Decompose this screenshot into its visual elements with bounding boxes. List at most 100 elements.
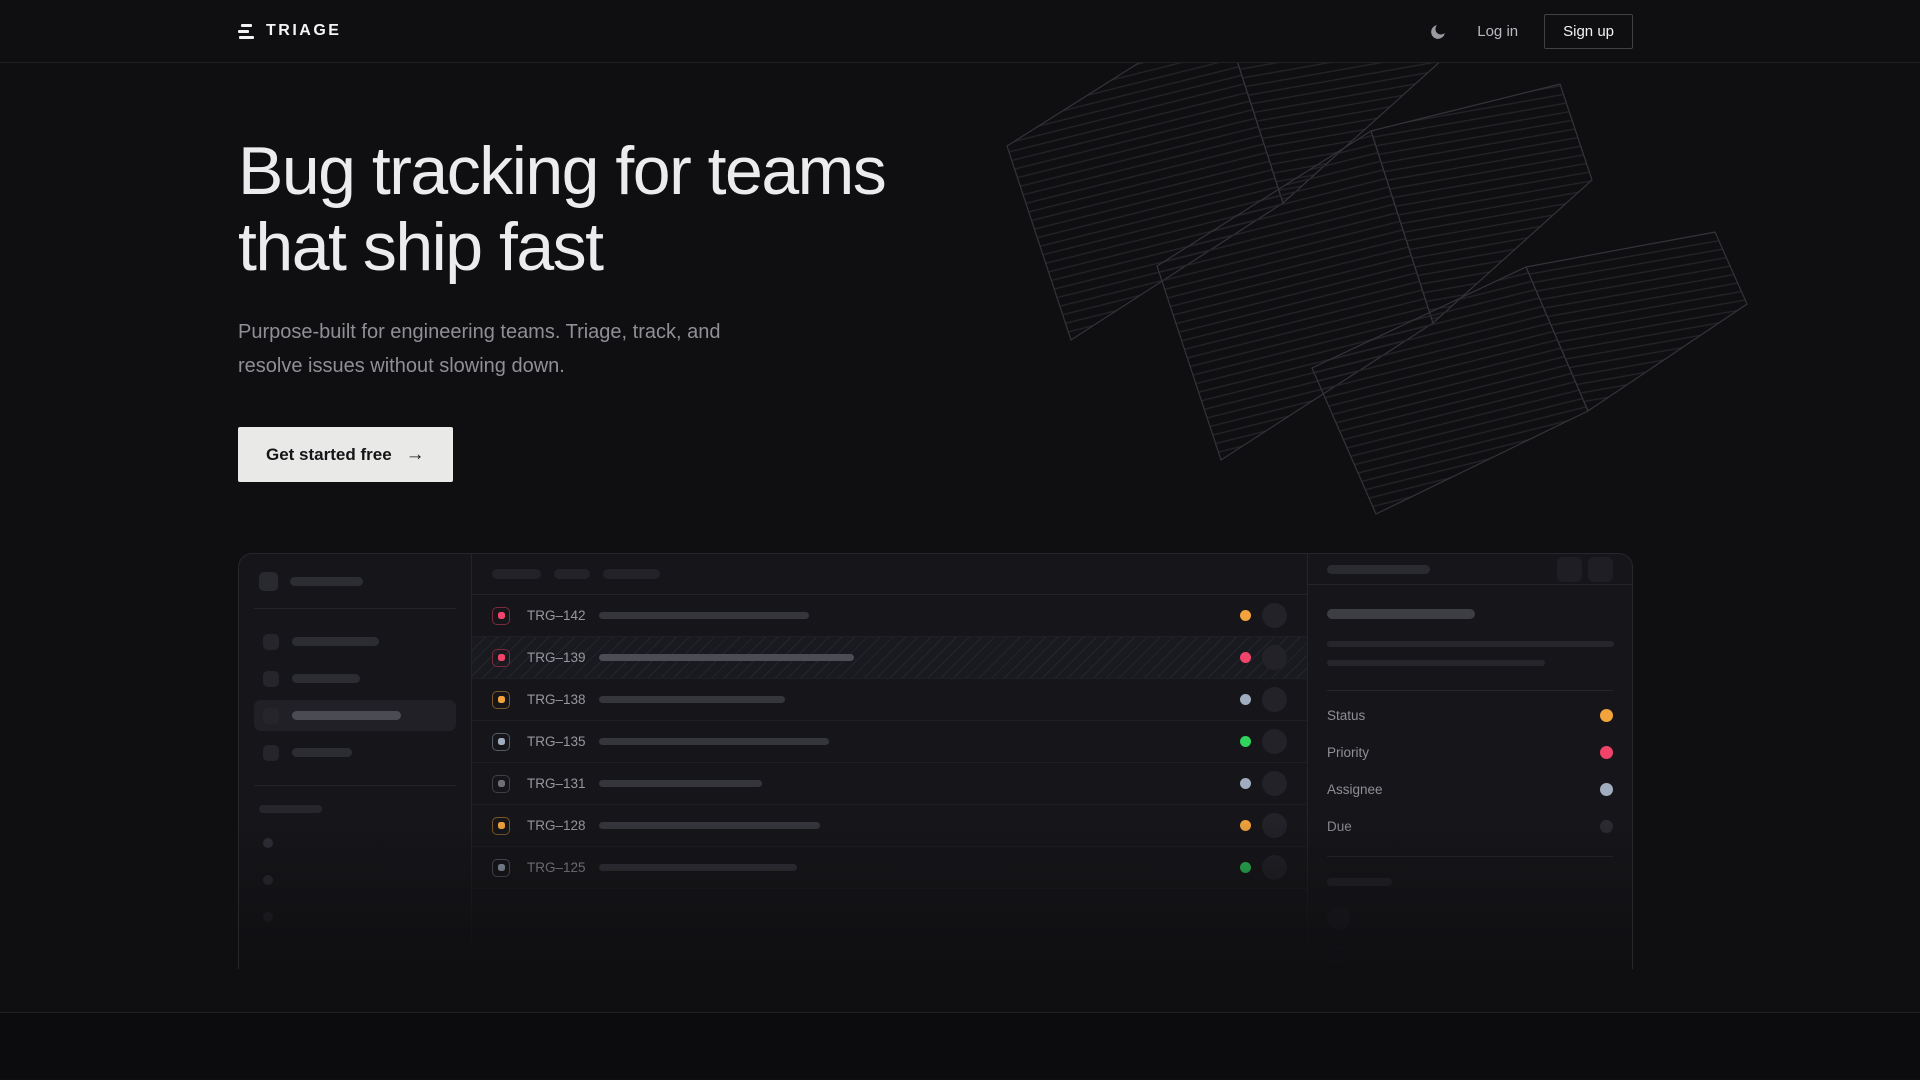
sidebar-item-icon (263, 708, 279, 724)
brand-name: TRIAGE (266, 22, 341, 40)
sidebar-item-label-placeholder (292, 637, 379, 646)
footer (0, 1013, 1920, 1079)
issue-status-dot (1240, 694, 1251, 705)
comment-avatar (1327, 907, 1350, 930)
sidebar-section-label-placeholder (259, 805, 322, 813)
issue-type-icon (492, 817, 510, 835)
issue-status-dot (1240, 778, 1251, 789)
login-link[interactable]: Log in (1477, 23, 1518, 40)
assignee-avatar (1262, 813, 1287, 838)
issue-type-icon (492, 733, 510, 751)
detail-action-button[interactable] (1557, 557, 1582, 582)
assignee-avatar (1262, 771, 1287, 796)
sidebar-dot-item (263, 838, 273, 848)
assignee-avatar (1262, 855, 1287, 880)
issue-id: TRG–142 (527, 608, 589, 623)
detail-field-row: Status (1327, 697, 1613, 734)
site-header: TRIAGE Log in Sign up (0, 0, 1920, 63)
issue-row[interactable]: TRG–125 (472, 847, 1307, 889)
workspace-switcher[interactable] (254, 572, 456, 591)
issue-type-icon (492, 859, 510, 877)
arrow-right-icon: → (406, 444, 425, 466)
issue-title-placeholder (599, 738, 829, 745)
header-nav: Log in Sign up (1425, 14, 1633, 49)
issue-title-placeholder (599, 822, 820, 829)
get-started-button[interactable]: Get started free → (238, 427, 453, 482)
assignee-avatar (1262, 687, 1287, 712)
sidebar-item-icon (263, 745, 279, 761)
sidebar-item-4[interactable] (254, 737, 456, 768)
hero-section: Bug tracking for teams that ship fast Pu… (0, 63, 1920, 1013)
detail-description-placeholder (1327, 660, 1545, 666)
assignee-avatar (1262, 603, 1287, 628)
sidebar-item-icon (263, 671, 279, 687)
workspace-name-placeholder (290, 577, 363, 586)
issue-id: TRG–131 (527, 776, 589, 791)
dark-mode-toggle[interactable] (1425, 18, 1451, 44)
detail-field-row: Assignee (1327, 771, 1613, 808)
issue-id: TRG–138 (527, 692, 589, 707)
mockup-sidebar (239, 554, 472, 969)
sidebar-item-3-active[interactable] (254, 700, 456, 731)
issue-status-dot (1240, 820, 1251, 831)
detail-field-value-dot (1600, 746, 1613, 759)
sidebar-item-icon (263, 634, 279, 650)
triage-logo-icon (238, 24, 255, 39)
detail-title-placeholder (1327, 609, 1475, 619)
workspace-avatar (259, 572, 278, 591)
comments-label-placeholder (1327, 878, 1392, 886)
subtitle-line-1: Purpose-built for engineering teams. Tri… (238, 321, 720, 343)
subtitle-line-2: resolve issues without slowing down. (238, 355, 565, 377)
issue-status-dot (1240, 862, 1251, 873)
detail-field-value-dot (1600, 820, 1613, 833)
detail-field-label: Assignee (1327, 782, 1383, 797)
comment-avatar (1327, 946, 1350, 969)
detail-header (1308, 554, 1632, 585)
detail-field-label: Status (1327, 708, 1365, 723)
detail-description-placeholder (1327, 641, 1614, 647)
sidebar-item-1[interactable] (254, 626, 456, 657)
issue-title-placeholder (599, 780, 762, 787)
moon-icon (1429, 22, 1448, 41)
sidebar-divider (254, 785, 456, 786)
issue-row[interactable]: TRG–131 (472, 763, 1307, 805)
issue-row[interactable]: TRG–135 (472, 721, 1307, 763)
issue-title-placeholder (599, 864, 797, 871)
sidebar-item-label-placeholder (292, 674, 360, 683)
cta-label: Get started free (266, 445, 392, 465)
sidebar-item-label-placeholder (292, 748, 352, 757)
detail-field-row: Due (1327, 808, 1613, 845)
brand[interactable]: TRIAGE (238, 22, 341, 40)
detail-action-button[interactable] (1588, 557, 1613, 582)
issue-type-icon (492, 691, 510, 709)
issue-row[interactable]: TRG–128 (472, 805, 1307, 847)
detail-field-label: Due (1327, 819, 1352, 834)
issue-title-placeholder (599, 696, 785, 703)
hero-subtitle: Purpose-built for engineering teams. Tri… (238, 315, 1633, 383)
signup-button[interactable]: Sign up (1544, 14, 1633, 49)
issue-id: TRG–128 (527, 818, 589, 833)
sidebar-divider (254, 608, 456, 609)
issue-id: TRG–135 (527, 734, 589, 749)
issue-row[interactable]: TRG–142 (472, 595, 1307, 637)
list-tab-placeholder[interactable] (554, 569, 590, 579)
assignee-avatar (1262, 645, 1287, 670)
list-tab-placeholder[interactable] (603, 569, 660, 579)
title-line-2: that ship fast (238, 209, 1633, 285)
issue-title-placeholder (599, 612, 809, 619)
issue-status-dot (1240, 610, 1251, 621)
issue-status-dot (1240, 736, 1251, 747)
issue-row[interactable]: TRG–139 (472, 637, 1307, 679)
issue-type-icon (492, 607, 510, 625)
issue-status-dot (1240, 652, 1251, 663)
sidebar-item-2[interactable] (254, 663, 456, 694)
title-line-1: Bug tracking for teams (238, 133, 1633, 209)
issue-id: TRG–125 (527, 860, 589, 875)
list-tab-placeholder[interactable] (492, 569, 541, 579)
issue-list: TRG–142 TRG–139 TRG–138 (472, 554, 1308, 969)
detail-field-value-dot (1600, 783, 1613, 796)
issue-row[interactable]: TRG–138 (472, 679, 1307, 721)
app-mockup: TRG–142 TRG–139 TRG–138 (238, 553, 1633, 969)
issue-type-icon (492, 775, 510, 793)
detail-field-value-dot (1600, 709, 1613, 722)
